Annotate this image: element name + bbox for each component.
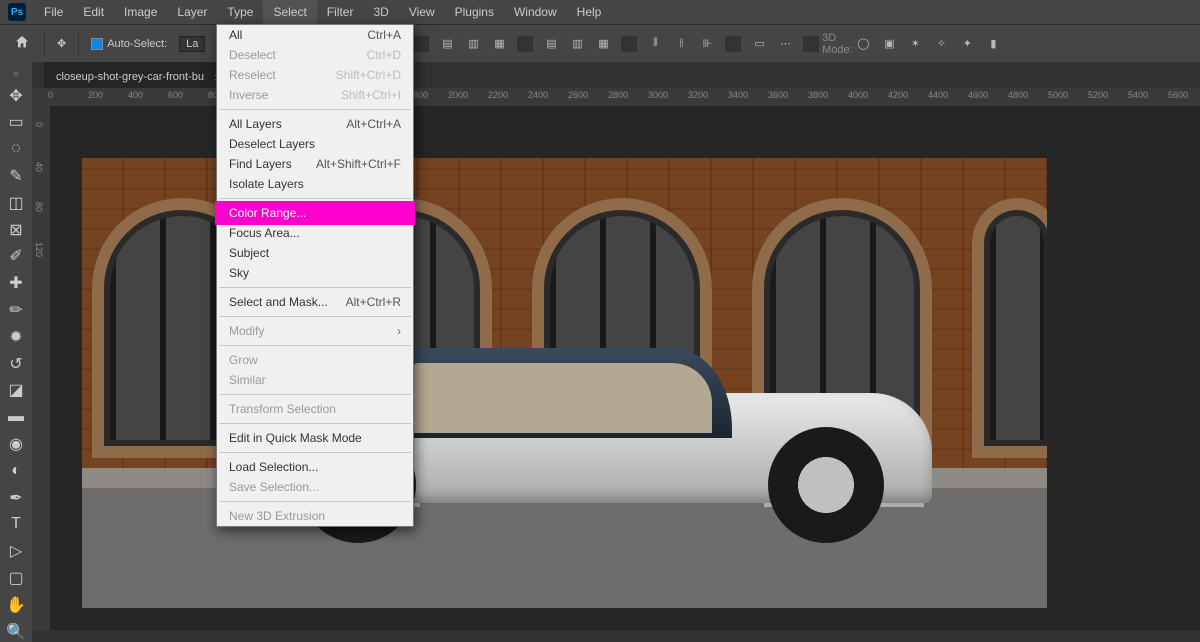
3d-slide-icon[interactable]: ✧ (933, 36, 949, 52)
shape-tool-icon[interactable]: ▢ (3, 568, 29, 589)
menu-item-deselect-layers[interactable]: Deselect Layers (217, 134, 413, 154)
options-bar: ✥ Auto-Select: La ▤ ▥ ▦ ▤ ▥ ▦ ⫴ ⫲ ⊪ ▭ ⋯ … (0, 24, 1200, 62)
heal-tool-icon[interactable]: ✚ (3, 273, 29, 294)
align-bottom-icon[interactable]: ▦ (595, 36, 611, 52)
type-tool-icon[interactable]: T (3, 514, 29, 535)
menu-item-new-3d-extrusion: New 3D Extrusion (217, 506, 413, 526)
dodge-tool-icon[interactable]: ◐ (3, 460, 29, 481)
path-select-icon[interactable]: ▷ (3, 541, 29, 562)
align-right-icon[interactable]: ▦ (491, 36, 507, 52)
eyedropper-tool-icon[interactable]: ✐ (3, 246, 29, 267)
collapse-icon[interactable]: » (3, 66, 29, 79)
blur-tool-icon[interactable]: ◉ (3, 434, 29, 455)
menu-item-transform-selection: Transform Selection (217, 399, 413, 419)
menu-type[interactable]: Type (217, 0, 263, 24)
menu-3d[interactable]: 3D (363, 0, 398, 24)
pen-tool-icon[interactable]: ✒ (3, 487, 29, 508)
select-menu-dropdown: AllCtrl+ADeselectCtrl+DReselectShift+Ctr… (216, 24, 414, 527)
menubar: Ps FileEditImageLayerTypeSelectFilter3DV… (0, 0, 1200, 24)
layer-dropdown[interactable]: La (179, 36, 205, 52)
menu-window[interactable]: Window (504, 0, 567, 24)
lasso-tool-icon[interactable]: ◌ (3, 139, 29, 160)
history-brush-icon[interactable]: ↺ (3, 353, 29, 374)
menu-item-inverse: InverseShift+Ctrl+I (217, 85, 413, 105)
gradient-tool-icon[interactable]: ▬ (3, 407, 29, 428)
menu-item-deselect: DeselectCtrl+D (217, 45, 413, 65)
app-logo: Ps (8, 3, 26, 21)
distribute-h-icon[interactable]: ⫴ (647, 36, 663, 52)
ruler-horizontal: 0200400600800100012001400160018002000220… (32, 88, 1200, 106)
3d-dolly-icon[interactable]: ✶ (907, 36, 923, 52)
menu-item-edit-in-quick-mask-mode[interactable]: Edit in Quick Mask Mode (217, 428, 413, 448)
menu-view[interactable]: View (399, 0, 445, 24)
menu-item-all[interactable]: AllCtrl+A (217, 25, 413, 45)
menu-item-sky[interactable]: Sky (217, 263, 413, 283)
frame-tool-icon[interactable]: ⊠ (3, 219, 29, 240)
home-icon[interactable] (12, 34, 32, 53)
move-tool-icon[interactable]: ✥ (57, 37, 66, 50)
menu-item-grow: Grow (217, 350, 413, 370)
tools-panel: » ✥ ▭ ◌ ✎ ◫ ⊠ ✐ ✚ ✏ ✹ ↺ ◪ ▬ ◉ ◐ ✒ T ▷ ▢ … (0, 62, 32, 642)
menu-item-focus-area-[interactable]: Focus Area... (217, 223, 413, 243)
menu-item-similar: Similar (217, 370, 413, 390)
3d-pan-icon[interactable]: ▣ (881, 36, 897, 52)
hand-tool-icon[interactable]: ✋ (3, 594, 29, 615)
menu-image[interactable]: Image (114, 0, 167, 24)
auto-select-checkbox[interactable]: Auto-Select: (91, 38, 167, 50)
menu-layer[interactable]: Layer (167, 0, 217, 24)
menu-filter[interactable]: Filter (317, 0, 364, 24)
align-left-icon[interactable]: ▤ (439, 36, 455, 52)
menu-item-subject[interactable]: Subject (217, 243, 413, 263)
menu-edit[interactable]: Edit (73, 0, 114, 24)
menu-item-save-selection-: Save Selection... (217, 477, 413, 497)
menu-help[interactable]: Help (567, 0, 612, 24)
crop-tool-icon[interactable]: ◫ (3, 192, 29, 213)
wand-tool-icon[interactable]: ✎ (3, 166, 29, 187)
menu-item-all-layers[interactable]: All LayersAlt+Ctrl+A (217, 114, 413, 134)
marquee-tool-icon[interactable]: ▭ (3, 112, 29, 133)
3d-light-icon[interactable]: ✦ (959, 36, 975, 52)
menu-item-reselect: ReselectShift+Ctrl+D (217, 65, 413, 85)
distribute-spacing-icon[interactable]: ⊪ (699, 36, 715, 52)
menu-item-color-range-[interactable]: Color Range... (217, 203, 413, 223)
menu-item-select-and-mask-[interactable]: Select and Mask...Alt+Ctrl+R (217, 292, 413, 312)
stamp-tool-icon[interactable]: ✹ (3, 326, 29, 347)
menu-item-load-selection-[interactable]: Load Selection... (217, 457, 413, 477)
3d-orbit-icon[interactable]: ◯ (855, 36, 871, 52)
align-icons: ▤ ▥ ▦ ▤ ▥ ▦ ⫴ ⫲ ⊪ ▭ ⋯ 3D Mode: ◯ ▣ ✶ ✧ ✦… (413, 36, 1001, 52)
menu-item-modify: Modify (217, 321, 413, 341)
ruler-vertical: 04080120 (32, 106, 50, 630)
document-tab-label: closeup-shot-grey-car-front-bu (56, 71, 204, 83)
eraser-tool-icon[interactable]: ◪ (3, 380, 29, 401)
align-to-icon[interactable]: ▭ (751, 36, 767, 52)
3d-camera-icon[interactable]: ▮ (985, 36, 1001, 52)
menu-plugins[interactable]: Plugins (445, 0, 504, 24)
3d-mode-label: 3D Mode: (829, 36, 845, 52)
zoom-tool-icon[interactable]: 🔍 (3, 621, 29, 642)
align-middle-icon[interactable]: ▥ (569, 36, 585, 52)
menu-file[interactable]: File (34, 0, 73, 24)
distribute-v-icon[interactable]: ⫲ (673, 36, 689, 52)
more-icon[interactable]: ⋯ (777, 36, 793, 52)
align-top-icon[interactable]: ▤ (543, 36, 559, 52)
brush-tool-icon[interactable]: ✏ (3, 300, 29, 321)
align-center-h-icon[interactable]: ▥ (465, 36, 481, 52)
move-tool-icon[interactable]: ✥ (3, 85, 29, 106)
menu-select[interactable]: Select (263, 0, 316, 24)
menu-item-find-layers[interactable]: Find LayersAlt+Shift+Ctrl+F (217, 154, 413, 174)
menu-item-isolate-layers[interactable]: Isolate Layers (217, 174, 413, 194)
